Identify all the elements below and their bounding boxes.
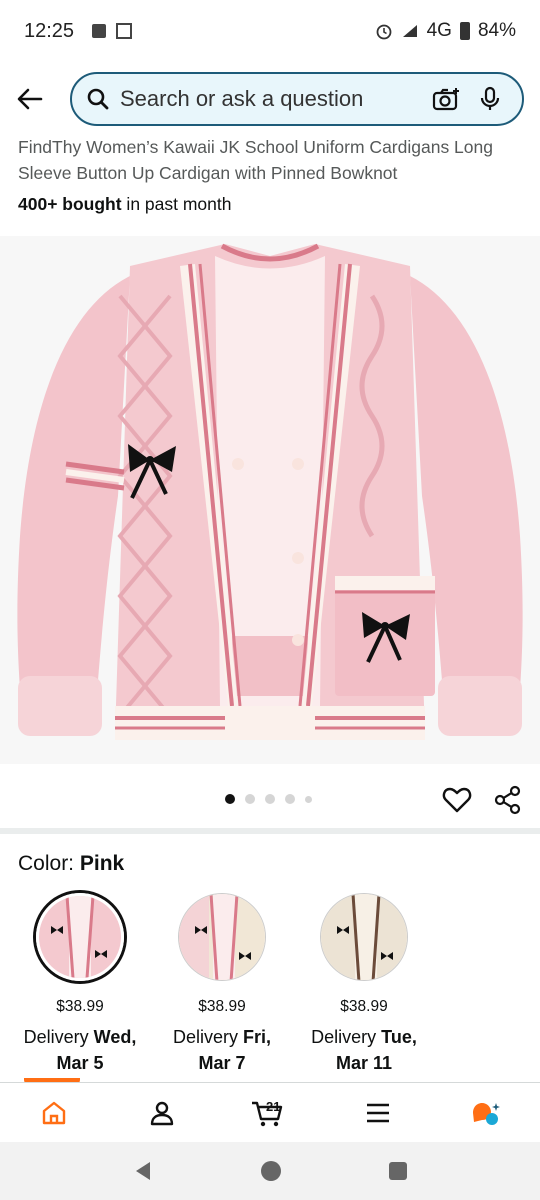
share-icon — [494, 785, 521, 815]
nav-menu[interactable] — [324, 1083, 432, 1142]
selected-color: Pink — [79, 852, 125, 875]
status-time: 12:25 — [24, 19, 75, 42]
color-swatch-beige[interactable] — [178, 893, 266, 981]
camera-icon — [432, 88, 459, 111]
account-icon — [150, 1101, 174, 1125]
swatch-image — [179, 894, 265, 980]
bought-info: 400+ bought in past month — [18, 194, 231, 215]
variant-delivery: Delivery Wed, Mar 5 — [10, 1024, 150, 1076]
pager-dot[interactable] — [245, 794, 255, 804]
pager-dot[interactable] — [225, 794, 235, 804]
product-image[interactable] — [0, 236, 540, 764]
microphone-icon — [480, 86, 500, 110]
search-icon — [87, 88, 109, 110]
system-recents-icon[interactable] — [388, 1161, 408, 1181]
cart-count: 21 — [266, 1099, 280, 1114]
delivery-date: Mar 5 — [56, 1053, 104, 1073]
nav-rufus[interactable] — [432, 1083, 540, 1142]
color-label: Color: Pink — [18, 852, 124, 876]
delivery-day: Fri, — [243, 1027, 272, 1047]
nav-home[interactable] — [0, 1083, 108, 1142]
variant-delivery: Delivery Tue, Mar 11 — [294, 1024, 434, 1076]
search-row: Search or ask a question — [0, 70, 540, 128]
variant-delivery: Delivery Fri, Mar 7 — [152, 1024, 292, 1076]
variant-price: $38.99 — [56, 998, 104, 1015]
pager-dot[interactable] — [265, 794, 275, 804]
battery-icon — [459, 22, 470, 40]
variant-price: $38.99 — [198, 998, 246, 1015]
color-swatch-brown[interactable] — [320, 893, 408, 981]
share-button[interactable] — [493, 785, 523, 815]
alarm-icon — [376, 24, 392, 40]
home-icon — [42, 1101, 66, 1124]
delivery-day: Tue, — [381, 1027, 417, 1047]
delivery-prefix: Delivery — [172, 1027, 243, 1047]
cardigan-illustration — [0, 236, 540, 764]
search-input[interactable]: Search or ask a question — [70, 72, 524, 126]
camera-search-button[interactable] — [428, 81, 464, 117]
app-notification-icon — [116, 23, 133, 39]
cart-icon: 21 — [252, 1099, 283, 1126]
heart-icon — [442, 787, 472, 813]
pager-dot[interactable] — [305, 795, 312, 803]
variant-price: $38.99 — [340, 998, 388, 1015]
delivery-date: Mar 11 — [335, 1053, 393, 1073]
network-type: 4G — [426, 20, 452, 41]
bought-count: 400+ bought — [18, 194, 122, 214]
pager-dot[interactable] — [285, 794, 295, 804]
back-button[interactable] — [2, 71, 58, 127]
back-arrow-icon — [17, 88, 43, 110]
bottom-nav: 21 — [0, 1082, 540, 1142]
product-title[interactable]: FindThy Women’s Kawaii JK School Uniform… — [18, 134, 522, 186]
color-swatch-pink[interactable] — [36, 893, 124, 981]
system-home-icon[interactable] — [259, 1159, 283, 1183]
search-placeholder: Search or ask a question — [120, 86, 364, 111]
menu-icon — [367, 1103, 389, 1122]
bought-suffix: in past month — [121, 194, 232, 214]
signal-icon — [402, 25, 417, 37]
delivery-prefix: Delivery — [23, 1027, 94, 1047]
system-back-icon[interactable] — [132, 1160, 154, 1182]
section-divider — [0, 828, 540, 834]
delivery-day: Wed, — [93, 1027, 137, 1047]
delivery-date: Mar 7 — [198, 1053, 246, 1073]
nav-cart[interactable]: 21 — [216, 1083, 324, 1142]
status-bar: 12:25 4G 84% — [0, 0, 540, 62]
image-pager[interactable] — [225, 794, 312, 804]
battery-level: 84% — [477, 20, 516, 41]
system-nav-bar — [0, 1142, 540, 1200]
delivery-prefix: Delivery — [311, 1027, 382, 1047]
image-notification-icon — [92, 24, 107, 38]
voice-search-button[interactable] — [472, 81, 508, 117]
swatch-image — [39, 896, 121, 978]
rufus-icon — [473, 1102, 500, 1125]
color-label-prefix: Color: — [18, 852, 80, 875]
swatch-image — [321, 894, 407, 980]
nav-account[interactable] — [108, 1083, 216, 1142]
wishlist-button[interactable] — [442, 785, 472, 815]
